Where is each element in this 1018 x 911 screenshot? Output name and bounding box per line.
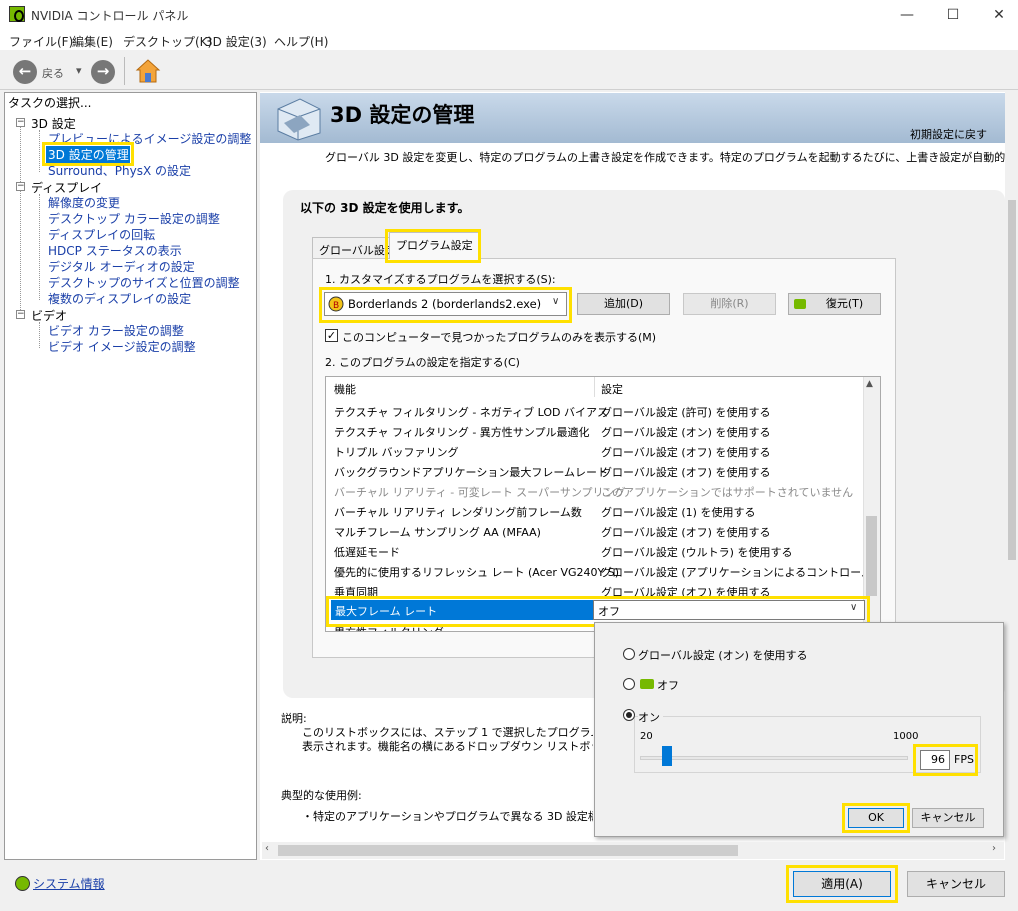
restore-defaults-link[interactable]: 初期設定に戻す [910,126,987,142]
usage-label: 典型的な使用例: [281,789,362,802]
back-label[interactable]: 戻る [42,65,64,81]
toolbar-divider [124,57,125,85]
nvidia-eye-icon [794,299,806,309]
maximize-button[interactable]: ☐ [930,0,976,30]
scroll-up-icon[interactable]: ▲ [866,379,873,389]
radio-on-label[interactable]: オン [638,709,663,725]
step1-label: 1. カスタマイズするプログラムを選択する(S): [325,273,556,286]
tree-item-digital-audio[interactable]: デジタル オーディオの設定 [48,258,195,275]
show-found-checkbox[interactable]: ✓ [325,329,338,342]
menu-desktop[interactable]: デスクトップ(K) [123,33,212,50]
table-row[interactable]: テクスチャ フィルタリング - ネガティブ LOD バイアス グローバル設定 (許… [326,401,866,421]
tree-item-video-image[interactable]: ビデオ イメージ設定の調整 [48,338,196,355]
tree-connector [39,322,40,348]
radio-off-label[interactable]: オフ [657,677,679,693]
menu-3d-settings[interactable]: 3D 設定(3) [205,33,267,50]
slider-max-label: 1000 [893,731,919,742]
menu-help[interactable]: ヘルプ(H) [274,33,328,50]
highlight-frame [913,744,978,776]
tree-item-desktop-color[interactable]: デスクトップ カラー設定の調整 [48,210,220,227]
feature-table: 機能 設定 テクスチャ フィルタリング - ネガティブ LOD バイアス グローバ… [325,376,881,632]
minimize-button[interactable]: — [884,0,930,30]
tree-item-desktop-size[interactable]: デスクトップのサイズと位置の調整 [48,274,240,291]
forward-arrow-icon[interactable]: → [91,60,115,84]
tree-connector [39,130,40,172]
radio-on[interactable] [623,709,635,721]
back-dropdown-icon[interactable]: ▾ [76,64,82,77]
highlight-frame [319,287,572,323]
close-button[interactable]: ✕ [976,0,1018,30]
popup-cancel-button[interactable]: キャンセル [912,808,984,828]
scroll-left-icon[interactable]: ‹ [265,843,269,854]
menu-edit[interactable]: 編集(E) [72,33,113,50]
add-button[interactable]: 追加(D) [577,293,670,315]
content-hscrollbar-thumb[interactable] [278,845,738,856]
right-scrollbar-thumb[interactable] [1008,200,1016,560]
radio-use-global[interactable] [623,648,635,660]
nvidia-app-icon [9,6,25,22]
back-arrow-icon[interactable]: ← [13,60,37,84]
step2-label: 2. このプログラムの設定を指定する(C) [325,356,520,369]
system-info-link[interactable]: システム情報 [33,875,105,892]
nvidia-eye-icon [640,679,654,689]
task-pane-header: タスクの選択... [8,96,92,110]
table-row[interactable]: 低遅延モード グローバル設定 (ウルトラ) を使用する [326,541,866,561]
fps-slider-track[interactable] [640,756,908,760]
page-title: 3D 設定の管理 [330,103,475,127]
tree-item-surround-physx[interactable]: Surround、PhysX の設定 [48,162,191,179]
table-scrollbar-thumb[interactable] [866,516,877,596]
table-row[interactable]: バーチャル リアリティ レンダリング前フレーム数 グローバル設定 (1) を使用す… [326,501,866,521]
table-row[interactable]: マルチフレーム サンプリング AA (MFAA) グローバル設定 (オフ) を使用… [326,521,866,541]
radio-off[interactable] [623,678,635,690]
3d-cube-icon [277,98,321,141]
task-pane [4,92,257,860]
collapse-icon[interactable]: − [16,310,25,319]
tree-item-rotate[interactable]: ディスプレイの回転 [48,226,155,243]
collapse-icon[interactable]: − [16,182,25,191]
table-row[interactable]: バックグラウンドアプリケーション最大フレームレート グローバル設定 (オフ) を使… [326,461,866,481]
page-description: グローバル 3D 設定を変更し、特定のプログラムの上書き設定を作成できます。特定… [325,151,1005,164]
highlight-frame [786,865,898,903]
tree-item-multi-display[interactable]: 複数のディスプレイの設定 [48,290,191,307]
slider-min-label: 20 [640,731,653,742]
usage-text: ・特定のアプリケーションやプログラムで異なる 3D 設定構成を使 [302,810,593,823]
table-row[interactable]: トリプル バッファリング グローバル設定 (オフ) を使用する [326,441,866,461]
highlight-frame [385,229,481,263]
explanation-text: 表示されます。機能名の横にあるドロップダウン リストボックスを [302,740,593,753]
tree-connector [39,194,40,300]
settings-heading: 以下の 3D 設定を使用します。 [300,201,470,215]
column-header-feature: 機能 [334,383,356,396]
column-header-setting: 設定 [601,383,623,396]
tree-item-resolution[interactable]: 解像度の変更 [48,194,120,211]
collapse-icon[interactable]: − [16,118,25,127]
radio-use-global-label[interactable]: グローバル設定 (オン) を使用する [638,647,807,663]
table-row[interactable]: テクスチャ フィルタリング - 異方性サンプル最適化 グローバル設定 (オン) を… [326,421,866,441]
column-divider [594,377,595,397]
highlight-frame [842,803,910,833]
window-title: NVIDIA コントロール パネル [31,9,189,23]
menu-file[interactable]: ファイル(F) [9,33,73,50]
tree-connector [20,126,21,316]
remove-button[interactable]: 削除(R) [683,293,776,315]
cancel-button[interactable]: キャンセル [907,871,1005,897]
table-row[interactable]: バーチャル リアリティ - 可変レート スーパーサンプリング このアプリケーション… [326,481,866,501]
home-icon[interactable] [135,58,161,84]
tree-item-video-color[interactable]: ビデオ カラー設定の調整 [48,322,184,339]
show-found-label: このコンピューターで見つかったプログラムのみを表示する(M) [342,331,657,344]
tree-item-hdcp[interactable]: HDCP ステータスの表示 [48,242,182,259]
scroll-right-icon[interactable]: › [992,843,996,854]
fps-slider-thumb[interactable] [662,746,672,766]
table-row[interactable]: 優先的に使用するリフレッシュ レート (Acer VG240Y S) グローバル設… [326,561,866,581]
system-info-icon [15,876,30,891]
